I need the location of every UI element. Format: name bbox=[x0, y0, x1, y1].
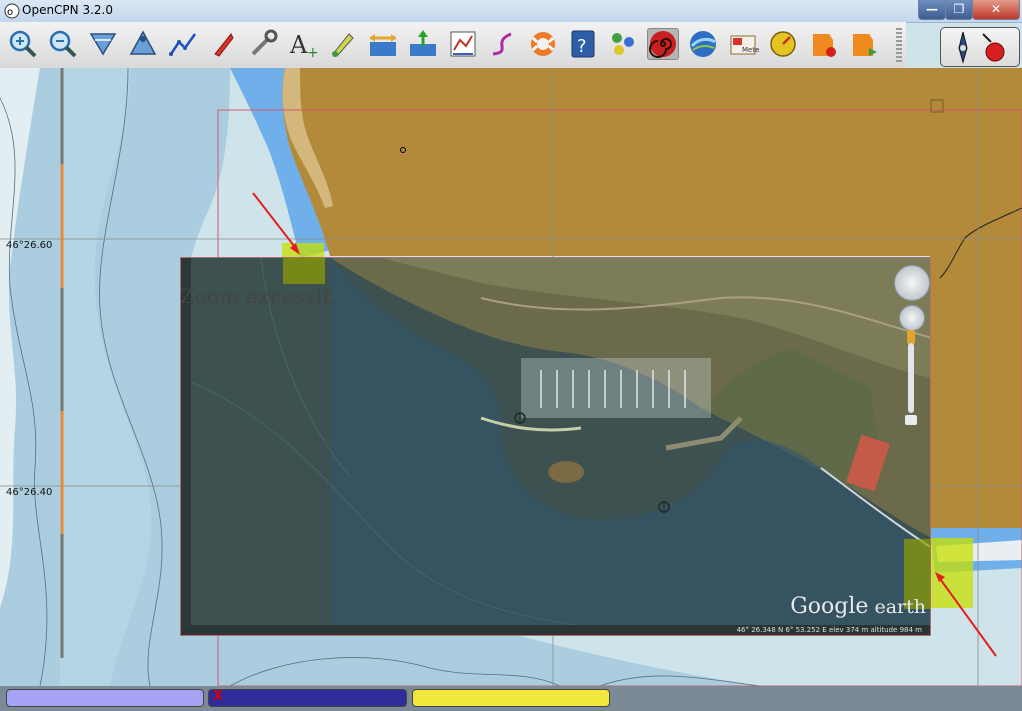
minimize-button[interactable]: — bbox=[918, 0, 946, 20]
maximize-button[interactable]: ❐ bbox=[945, 0, 973, 20]
text-icon[interactable]: A + bbox=[287, 28, 319, 60]
move-control[interactable] bbox=[899, 305, 925, 331]
toolbar-grip[interactable] bbox=[896, 28, 902, 62]
svg-text:A: A bbox=[289, 31, 308, 59]
dashboard-icon[interactable] bbox=[767, 28, 799, 60]
svg-text:+: + bbox=[307, 45, 319, 60]
svg-text:o: o bbox=[7, 7, 13, 18]
tide-low-icon[interactable] bbox=[407, 28, 439, 60]
close-button[interactable]: ✕ bbox=[972, 0, 1020, 20]
scale-in-icon[interactable] bbox=[87, 28, 119, 60]
compass-widget[interactable] bbox=[940, 27, 1020, 67]
mob-icon[interactable] bbox=[527, 28, 559, 60]
google-earth-logo: Google earth bbox=[790, 594, 926, 619]
window-title: OpenCPN 3.2.0 bbox=[22, 3, 113, 17]
latitude-label: 46°26.40 bbox=[6, 487, 53, 498]
play-icon[interactable] bbox=[847, 28, 879, 60]
anchor-icon bbox=[513, 410, 527, 429]
record-icon[interactable] bbox=[807, 28, 839, 60]
follow-ship-icon[interactable] bbox=[207, 28, 239, 60]
street-view-icon[interactable] bbox=[907, 330, 915, 344]
chart-canvas[interactable]: 46°26.60 46°26.40 Google earth 46° 26.34… bbox=[0, 68, 1022, 686]
coordinates-status: 46° 26.348 N 6° 53.252 E elev 374 m alti… bbox=[736, 626, 922, 634]
zoom-warning: Zoom excessif. bbox=[180, 284, 337, 308]
route-icon[interactable] bbox=[167, 28, 199, 60]
look-control[interactable] bbox=[894, 265, 930, 301]
zoom-slider[interactable] bbox=[908, 343, 914, 413]
route-manager-icon[interactable] bbox=[447, 28, 479, 60]
disabled-marker: X bbox=[213, 689, 224, 704]
zoom-in-icon[interactable] bbox=[7, 28, 39, 60]
svg-text:Meteo: Meteo bbox=[742, 46, 759, 54]
chart-piano-key[interactable]: X bbox=[208, 689, 407, 707]
weather-icon[interactable]: Meteo bbox=[727, 28, 759, 60]
title-bar: o OpenCPN 3.2.0 — ❐ ✕ bbox=[0, 0, 1022, 23]
satellite-image bbox=[181, 258, 930, 635]
svg-text:?: ? bbox=[577, 36, 587, 57]
chart-bar: X bbox=[0, 686, 1022, 711]
latitude-label: 46°26.60 bbox=[6, 240, 53, 251]
track-icon[interactable] bbox=[487, 28, 519, 60]
google-earth-view[interactable]: Google earth 46° 26.348 N 6° 53.252 E el… bbox=[180, 257, 931, 636]
compass-icon bbox=[958, 31, 1005, 64]
layers-icon[interactable] bbox=[607, 28, 639, 60]
zoom-out-icon[interactable] bbox=[47, 28, 79, 60]
tide-icon[interactable] bbox=[367, 28, 399, 60]
settings-icon[interactable] bbox=[247, 28, 279, 60]
scale-out-icon[interactable] bbox=[127, 28, 159, 60]
google-earth-icon[interactable] bbox=[687, 28, 719, 60]
current-icon[interactable] bbox=[327, 28, 359, 60]
anchor-icon bbox=[657, 499, 671, 518]
app-icon: o bbox=[4, 3, 20, 19]
zoom-out-control[interactable] bbox=[905, 415, 917, 425]
chart-piano-key[interactable] bbox=[6, 689, 204, 707]
spiral-plugin-icon[interactable] bbox=[647, 28, 679, 60]
help-icon[interactable]: ? bbox=[567, 28, 599, 60]
main-toolbar: A+ ? Meteo bbox=[0, 22, 906, 69]
chart-piano-key[interactable] bbox=[412, 689, 610, 707]
